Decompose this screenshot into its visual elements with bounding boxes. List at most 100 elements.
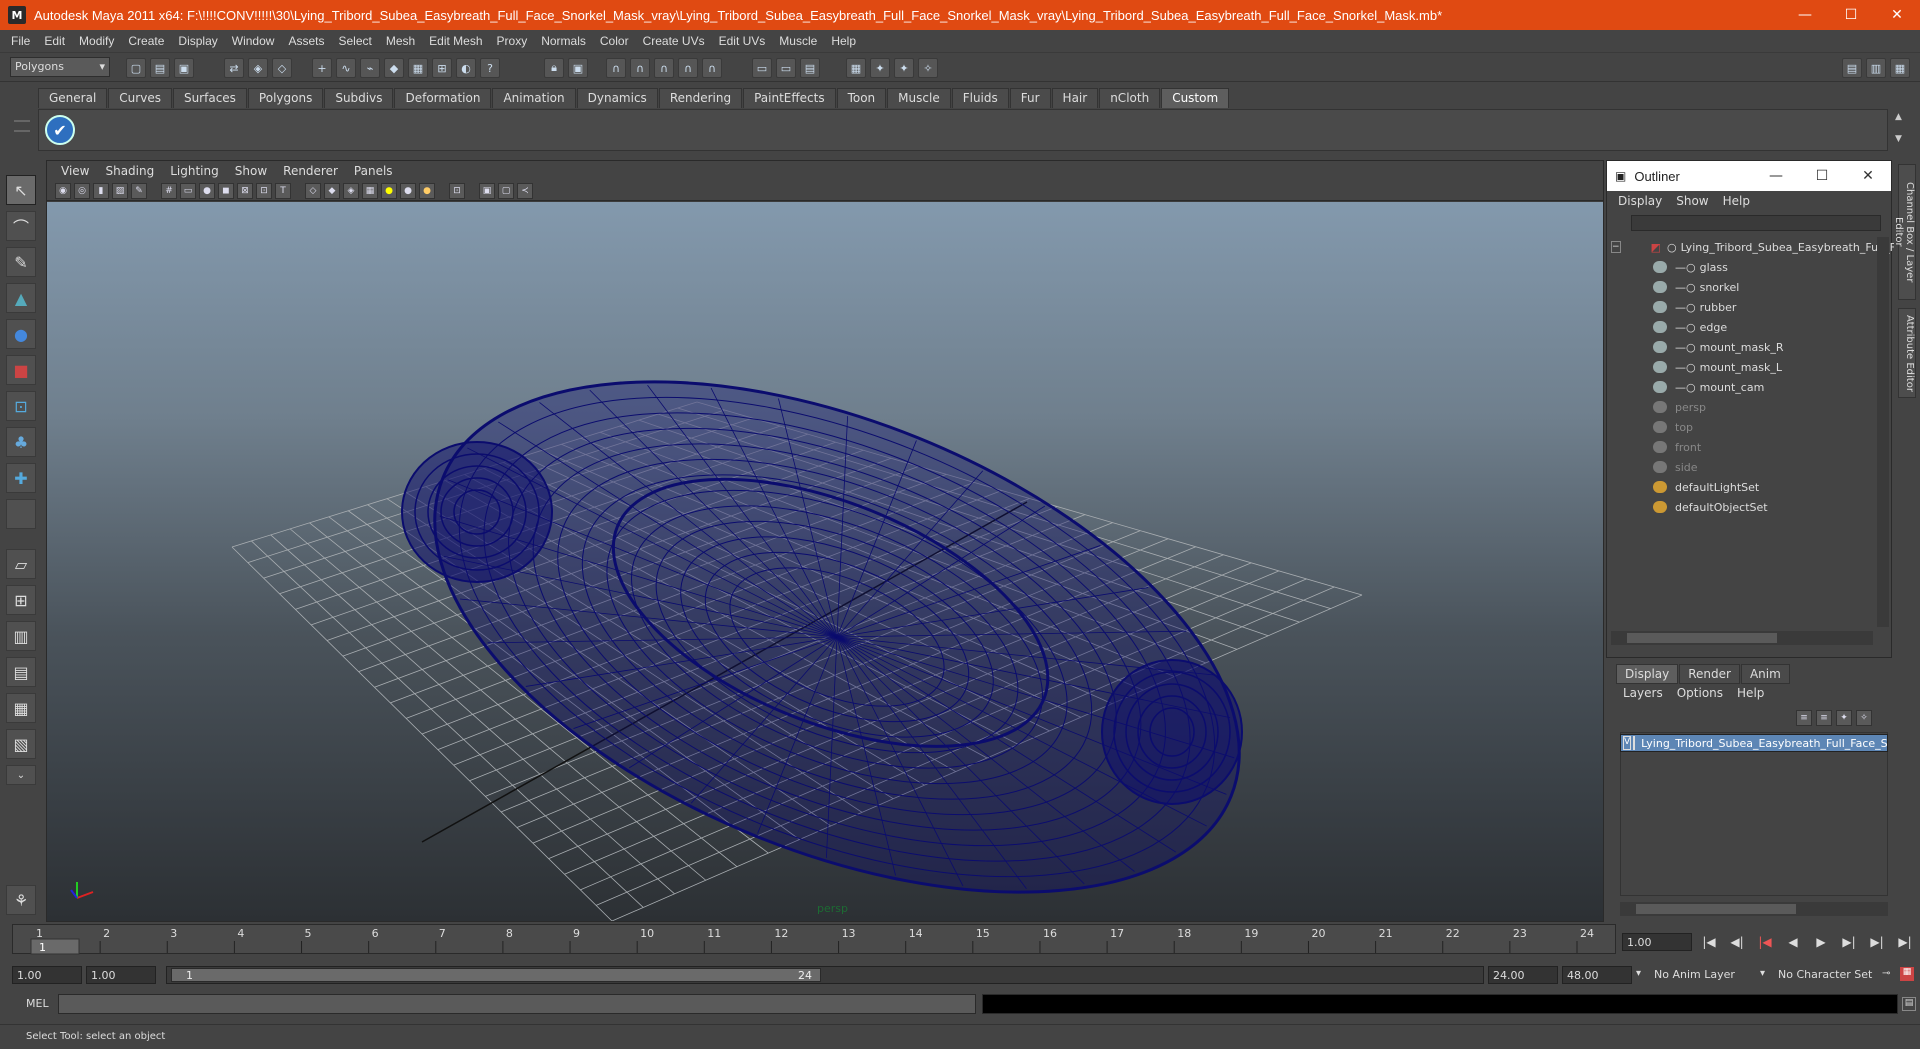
- collapse-icon[interactable]: −: [1611, 241, 1621, 253]
- channel-box-toggle-icon[interactable]: ▦: [1890, 58, 1910, 78]
- snorkel-mask-wireframe[interactable]: [362, 278, 1311, 921]
- new-layer-icon[interactable]: ✦: [1836, 710, 1852, 726]
- menu-set-dropdown[interactable]: Polygons ▾: [10, 57, 110, 77]
- attribute-editor-tab[interactable]: Attribute Editor: [1898, 308, 1916, 398]
- snap-live-icon[interactable]: ∩: [702, 58, 722, 78]
- shelf-tab-ncloth[interactable]: nCloth: [1099, 88, 1161, 108]
- rotate-tool-icon[interactable]: ●: [6, 319, 36, 349]
- outliner-item-persp[interactable]: persp: [1653, 397, 1915, 417]
- play-backward-icon[interactable]: ◀: [1782, 932, 1804, 952]
- gate-mask-icon[interactable]: ◼: [218, 182, 234, 199]
- smooth-shade-icon[interactable]: ◆: [324, 182, 340, 199]
- channel-box-tab[interactable]: Channel Box / Layer Editor: [1893, 164, 1916, 300]
- menu-edit-uvs[interactable]: Edit UVs: [712, 34, 773, 48]
- layer-tab-anim[interactable]: Anim: [1740, 664, 1790, 684]
- shelf-tab-toon[interactable]: Toon: [836, 88, 887, 108]
- outliner-item-mount-mask-l[interactable]: —○ mount_mask_L: [1653, 357, 1915, 377]
- menu-normals[interactable]: Normals: [534, 34, 593, 48]
- vp-menu-show[interactable]: Show: [227, 164, 275, 178]
- xray-joints-icon[interactable]: ▢: [498, 182, 514, 199]
- outliner-item-side[interactable]: side: [1653, 457, 1915, 477]
- 3d-viewport[interactable]: persp: [47, 202, 1603, 921]
- question-icon[interactable]: ?: [480, 58, 500, 78]
- outliner-item-rubber[interactable]: —○ rubber: [1653, 297, 1915, 317]
- outliner-menu-display[interactable]: Display: [1611, 194, 1669, 208]
- outliner-item-root[interactable]: − ◩ ○ Lying_Tribord_Subea_Easybreath_Ful…: [1611, 237, 1896, 257]
- character-set-dropdown[interactable]: No Character Set: [1774, 966, 1880, 984]
- outliner-item-glass[interactable]: —○ glass: [1653, 257, 1915, 277]
- layer-menu-help[interactable]: Help: [1730, 686, 1771, 700]
- shelf-tab-animation[interactable]: Animation: [492, 88, 576, 108]
- soft-modification-icon[interactable]: ♣: [6, 427, 36, 457]
- checkmark-icon[interactable]: ✔: [45, 115, 75, 145]
- mask-icon-2[interactable]: ∿: [336, 58, 356, 78]
- xray-icon[interactable]: ▣: [479, 182, 495, 199]
- new-layer-selected-icon[interactable]: ✧: [1856, 710, 1872, 726]
- ipr-render-icon[interactable]: ✦: [894, 58, 914, 78]
- minimize-button[interactable]: —: [1782, 0, 1828, 30]
- new-scene-icon[interactable]: ▢: [126, 58, 146, 78]
- image-plane-icon[interactable]: ▨: [112, 182, 128, 199]
- current-time-field[interactable]: 1.00: [1622, 933, 1692, 951]
- single-pane-layout-icon[interactable]: ▱: [6, 549, 36, 579]
- outliner-item-snorkel[interactable]: —○ snorkel: [1653, 277, 1915, 297]
- move-tool-icon[interactable]: ▲: [6, 283, 36, 313]
- menu-display[interactable]: Display: [171, 34, 224, 48]
- mask-icon-6[interactable]: ⊞: [432, 58, 452, 78]
- vp-menu-view[interactable]: View: [53, 164, 97, 178]
- menu-modify[interactable]: Modify: [72, 34, 121, 48]
- outliner-horizontal-scrollbar[interactable]: [1611, 631, 1873, 645]
- output-ops-icon[interactable]: ▭: [776, 58, 796, 78]
- scale-tool-icon[interactable]: ■: [6, 355, 36, 385]
- select-object-icon[interactable]: ◈: [248, 58, 268, 78]
- outliner-item-edge[interactable]: —○ edge: [1653, 317, 1915, 337]
- construction-history-icon[interactable]: ▤: [800, 58, 820, 78]
- shelf-tab-painteffects[interactable]: PaintEffects: [743, 88, 836, 108]
- shelf-tab-fur[interactable]: Fur: [1009, 88, 1051, 108]
- go-to-end-icon[interactable]: ▶|: [1894, 932, 1916, 952]
- input-ops-icon[interactable]: ▭: [752, 58, 772, 78]
- layer-tab-render[interactable]: Render: [1679, 664, 1740, 684]
- chevron-down-icon[interactable]: ▾: [1760, 968, 1765, 979]
- outliner-item-mount-cam[interactable]: —○ mount_cam: [1653, 377, 1915, 397]
- range-slider-thumb[interactable]: 1 24: [171, 968, 821, 982]
- menu-file[interactable]: File: [4, 34, 37, 48]
- shelf-tab-dynamics[interactable]: Dynamics: [576, 88, 658, 108]
- layer-visibility-toggle[interactable]: V: [1623, 736, 1632, 750]
- key-icon[interactable]: ⊸: [1882, 968, 1890, 979]
- menu-proxy[interactable]: Proxy: [490, 34, 535, 48]
- step-forward-key-icon[interactable]: ▶|: [1866, 932, 1888, 952]
- mask-icon-4[interactable]: ◆: [384, 58, 404, 78]
- universal-manipulator-icon[interactable]: ⊡: [6, 391, 36, 421]
- outliner-menu-help[interactable]: Help: [1716, 194, 1757, 208]
- shelf-tab-surfaces[interactable]: Surfaces: [172, 88, 247, 108]
- mask-icon-5[interactable]: ▦: [408, 58, 428, 78]
- safe-title-icon[interactable]: T: [275, 182, 291, 199]
- time-slider[interactable]: 1 2 3 4 5 6 7 8 9 10 11 12 13 14 15 16 17 18 19 20 21 22 23 24 1: [12, 924, 1616, 955]
- bookmark-icon[interactable]: ▮: [93, 182, 109, 199]
- menu-mesh[interactable]: Mesh: [379, 34, 422, 48]
- layout-expand-icon[interactable]: ⌄: [6, 765, 36, 785]
- film-gate-icon[interactable]: ▭: [180, 182, 196, 199]
- vp-menu-shading[interactable]: Shading: [97, 164, 162, 178]
- shelf-tab-muscle[interactable]: Muscle: [887, 88, 951, 108]
- outliner-graph-layout-icon[interactable]: ▧: [6, 729, 36, 759]
- open-scene-icon[interactable]: ▤: [150, 58, 170, 78]
- menu-edit[interactable]: Edit: [37, 34, 72, 48]
- lasso-tool-icon[interactable]: ⌒: [6, 211, 36, 241]
- camera-attr-icon[interactable]: ◎: [74, 182, 90, 199]
- select-tool-icon[interactable]: ↖: [6, 175, 36, 205]
- animation-prefs-icon[interactable]: ▦: [1900, 967, 1914, 981]
- mask-icon-3[interactable]: ⌁: [360, 58, 380, 78]
- animation-end-field[interactable]: 48.00: [1562, 966, 1632, 984]
- layer-horizontal-scrollbar[interactable]: [1620, 902, 1888, 916]
- outliner-item-default-light-set[interactable]: defaultLightSet: [1653, 477, 1915, 497]
- camera-select-icon[interactable]: ◉: [55, 182, 71, 199]
- outliner-minimize-button[interactable]: —: [1753, 168, 1799, 184]
- step-back-frame-icon[interactable]: |◀: [1754, 932, 1776, 952]
- two-pane-layout-icon[interactable]: ▥: [6, 621, 36, 651]
- menu-window[interactable]: Window: [225, 34, 282, 48]
- shelf-tab-rendering[interactable]: Rendering: [658, 88, 743, 108]
- lights-icon[interactable]: ●: [381, 182, 397, 199]
- scrollbar-thumb[interactable]: [1627, 633, 1777, 643]
